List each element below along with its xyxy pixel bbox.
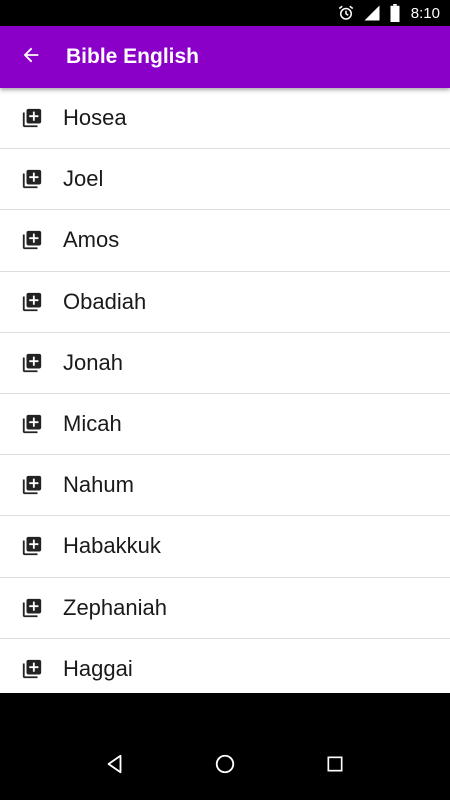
signal-icon xyxy=(363,4,381,22)
battery-icon xyxy=(389,4,401,22)
nav-back-button[interactable] xyxy=(95,747,135,787)
library-add-icon xyxy=(20,596,44,620)
library-add-icon xyxy=(20,290,44,314)
book-label: Haggai xyxy=(63,655,133,681)
status-bar: 8:10 xyxy=(0,0,450,26)
book-list-container[interactable]: Hosea Joel Amos Obadiah Jonah Micah Nahum Habak… xyxy=(0,88,450,693)
library-add-icon xyxy=(20,351,44,375)
list-item-4[interactable]: Jonah xyxy=(0,333,450,394)
library-add-icon xyxy=(20,657,44,681)
app-bar: Bible English xyxy=(0,26,450,88)
list-item-6[interactable]: Nahum xyxy=(0,455,450,517)
library-add-icon xyxy=(20,412,44,436)
recents-square-icon xyxy=(325,754,345,779)
list-item-8[interactable]: Zephaniah xyxy=(0,578,450,639)
list-item-2[interactable]: Amos xyxy=(0,210,450,272)
back-triangle-icon xyxy=(104,753,126,780)
library-add-icon xyxy=(20,106,44,130)
back-button[interactable] xyxy=(0,26,62,88)
nav-home-button[interactable] xyxy=(205,747,245,787)
alarm-icon xyxy=(337,4,355,22)
library-add-icon xyxy=(20,534,44,558)
system-nav-bar xyxy=(0,693,450,800)
list-item-9[interactable]: Haggai xyxy=(0,639,450,693)
home-circle-icon xyxy=(214,753,236,780)
list-item-3[interactable]: Obadiah xyxy=(0,272,450,333)
list-item-1[interactable]: Joel xyxy=(0,149,450,211)
arrow-back-icon xyxy=(20,44,42,71)
book-label: Micah xyxy=(63,411,122,437)
library-add-icon xyxy=(20,228,44,252)
book-label: Joel xyxy=(63,166,104,192)
book-label: Zephaniah xyxy=(63,594,167,620)
library-add-icon xyxy=(20,473,44,497)
book-label: Habakkuk xyxy=(63,533,161,559)
page-title: Bible English xyxy=(66,45,200,68)
book-label: Jonah xyxy=(63,349,123,375)
book-list: Hosea Joel Amos Obadiah Jonah Micah Nahum Habak… xyxy=(0,88,450,693)
book-label: Hosea xyxy=(63,105,127,131)
list-item-7[interactable]: Habakkuk xyxy=(0,516,450,578)
status-time: 8:10 xyxy=(410,4,440,22)
book-label: Nahum xyxy=(63,472,134,498)
nav-recents-button[interactable] xyxy=(315,747,355,787)
list-item-5[interactable]: Micah xyxy=(0,394,450,456)
book-label: Obadiah xyxy=(63,288,147,314)
list-item-0[interactable]: Hosea xyxy=(0,88,450,150)
library-add-icon xyxy=(20,167,44,191)
book-label: Amos xyxy=(63,227,120,253)
